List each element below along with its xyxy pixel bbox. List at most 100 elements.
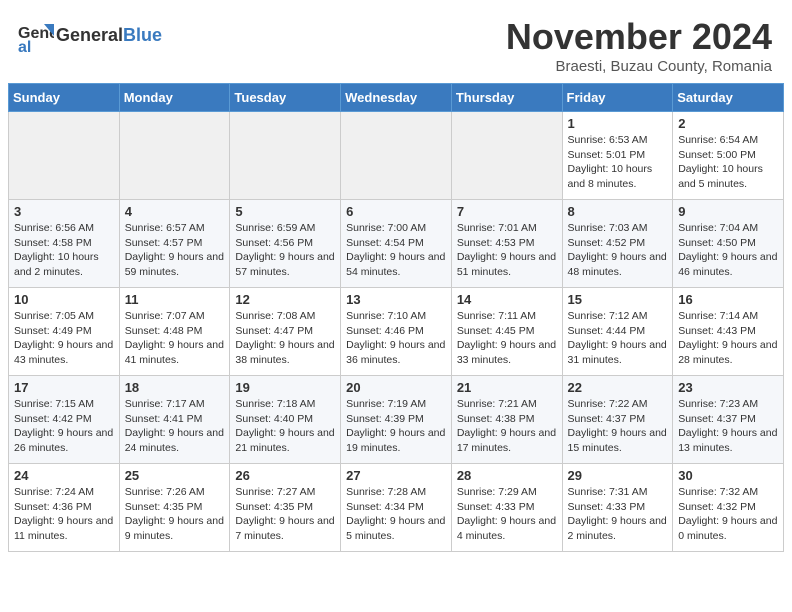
- day-number: 6: [346, 204, 446, 219]
- calendar-day-cell: 9Sunrise: 7:04 AM Sunset: 4:50 PM Daylig…: [673, 200, 784, 288]
- calendar-container: Sunday Monday Tuesday Wednesday Thursday…: [0, 83, 792, 560]
- calendar-day-cell: 16 Sunrise: 7:14 AM Sunset: 4:43 PM Dayli…: [673, 288, 784, 376]
- day-number: 10: [14, 292, 114, 307]
- day-info: Sunrise: 7:31 AM Sunset: 4:33 PM Dayligh…: [568, 485, 668, 544]
- calendar-day-cell: 3Sunrise: 6:56 AM Sunset: 4:58 PM Daylig…: [9, 200, 120, 288]
- day-info: Sunrise: 7:07 AM Sunset: 4:48 PM Dayligh…: [125, 309, 225, 368]
- day-info: Sunrise: 7:17 AM Sunset: 4:41 PM Dayligh…: [125, 397, 225, 456]
- day-info: Sunrise: 7:26 AM Sunset: 4:35 PM Dayligh…: [125, 485, 225, 544]
- day-info: Sunrise: 6:53 AM Sunset: 5:01 PM Dayligh…: [568, 133, 668, 192]
- day-info: Sunrise: 7:14 AM Sunset: 4:43 PM Dayligh…: [678, 309, 778, 368]
- day-info: Sunrise: 6:59 AM Sunset: 4:56 PM Dayligh…: [235, 221, 335, 280]
- day-number: 30: [678, 468, 778, 483]
- calendar-day-cell: 21 Sunrise: 7:21 AM Sunset: 4:38 PM Dayli…: [451, 376, 562, 464]
- calendar-day-cell: 5 Sunrise: 6:59 AM Sunset: 4:56 PM Daylig…: [230, 200, 341, 288]
- day-number: 5: [235, 204, 335, 219]
- th-wednesday: Wednesday: [341, 84, 452, 112]
- day-number: 23: [678, 380, 778, 395]
- svg-text:al: al: [18, 39, 31, 54]
- calendar-day-cell: 20Sunrise: 7:19 AM Sunset: 4:39 PM Dayli…: [341, 376, 452, 464]
- day-info: Sunrise: 7:19 AM Sunset: 4:39 PM Dayligh…: [346, 397, 446, 456]
- logo-general: General: [56, 25, 123, 45]
- day-info: Sunrise: 7:29 AM Sunset: 4:33 PM Dayligh…: [457, 485, 557, 544]
- month-title: November 2024: [506, 16, 772, 58]
- day-number: 29: [568, 468, 668, 483]
- calendar-day-cell: 14 Sunrise: 7:11 AM Sunset: 4:45 PM Dayli…: [451, 288, 562, 376]
- day-number: 14: [457, 292, 557, 307]
- calendar-day-cell: 23 Sunrise: 7:23 AM Sunset: 4:37 PM Dayli…: [673, 376, 784, 464]
- calendar-week-row: 10 Sunrise: 7:05 AM Sunset: 4:49 PM Dayli…: [9, 288, 784, 376]
- calendar-day-cell: 1Sunrise: 6:53 AM Sunset: 5:01 PM Daylig…: [562, 112, 673, 200]
- day-number: 15: [568, 292, 668, 307]
- calendar-day-cell: 12 Sunrise: 7:08 AM Sunset: 4:47 PM Dayli…: [230, 288, 341, 376]
- day-info: Sunrise: 6:57 AM Sunset: 4:57 PM Dayligh…: [125, 221, 225, 280]
- day-number: 11: [125, 292, 225, 307]
- logo: Gener al GeneralBlue: [16, 16, 162, 54]
- day-info: Sunrise: 7:01 AM Sunset: 4:53 PM Dayligh…: [457, 221, 557, 280]
- day-number: 21: [457, 380, 557, 395]
- day-number: 9: [678, 204, 778, 219]
- calendar-day-cell: 29 Sunrise: 7:31 AM Sunset: 4:33 PM Dayli…: [562, 464, 673, 552]
- calendar-day-cell: [9, 112, 120, 200]
- calendar-day-cell: 25 Sunrise: 7:26 AM Sunset: 4:35 PM Dayli…: [119, 464, 230, 552]
- day-info: Sunrise: 7:00 AM Sunset: 4:54 PM Dayligh…: [346, 221, 446, 280]
- calendar-day-cell: 4 Sunrise: 6:57 AM Sunset: 4:57 PM Daylig…: [119, 200, 230, 288]
- day-number: 18: [125, 380, 225, 395]
- day-info: Sunrise: 7:08 AM Sunset: 4:47 PM Dayligh…: [235, 309, 335, 368]
- calendar-day-cell: 6 Sunrise: 7:00 AM Sunset: 4:54 PM Daylig…: [341, 200, 452, 288]
- logo-blue: Blue: [123, 25, 162, 45]
- day-info: Sunrise: 7:12 AM Sunset: 4:44 PM Dayligh…: [568, 309, 668, 368]
- calendar-day-cell: 10 Sunrise: 7:05 AM Sunset: 4:49 PM Dayli…: [9, 288, 120, 376]
- calendar-day-cell: 15 Sunrise: 7:12 AM Sunset: 4:44 PM Dayli…: [562, 288, 673, 376]
- day-number: 24: [14, 468, 114, 483]
- th-saturday: Saturday: [673, 84, 784, 112]
- day-info: Sunrise: 7:27 AM Sunset: 4:35 PM Dayligh…: [235, 485, 335, 544]
- day-info: Sunrise: 7:11 AM Sunset: 4:45 PM Dayligh…: [457, 309, 557, 368]
- day-number: 13: [346, 292, 446, 307]
- th-tuesday: Tuesday: [230, 84, 341, 112]
- calendar-day-cell: 18 Sunrise: 7:17 AM Sunset: 4:41 PM Dayli…: [119, 376, 230, 464]
- calendar-week-row: 24 Sunrise: 7:24 AM Sunset: 4:36 PM Dayli…: [9, 464, 784, 552]
- th-friday: Friday: [562, 84, 673, 112]
- logo-icon: Gener al: [16, 16, 54, 54]
- day-info: Sunrise: 7:28 AM Sunset: 4:34 PM Dayligh…: [346, 485, 446, 544]
- day-number: 22: [568, 380, 668, 395]
- day-number: 16: [678, 292, 778, 307]
- day-info: Sunrise: 7:23 AM Sunset: 4:37 PM Dayligh…: [678, 397, 778, 456]
- calendar-day-cell: 24 Sunrise: 7:24 AM Sunset: 4:36 PM Dayli…: [9, 464, 120, 552]
- calendar-day-cell: [230, 112, 341, 200]
- day-number: 12: [235, 292, 335, 307]
- day-number: 25: [125, 468, 225, 483]
- day-number: 8: [568, 204, 668, 219]
- calendar-header-row: Sunday Monday Tuesday Wednesday Thursday…: [9, 84, 784, 112]
- day-info: Sunrise: 7:15 AM Sunset: 4:42 PM Dayligh…: [14, 397, 114, 456]
- calendar-day-cell: 7 Sunrise: 7:01 AM Sunset: 4:53 PM Daylig…: [451, 200, 562, 288]
- th-thursday: Thursday: [451, 84, 562, 112]
- calendar-day-cell: 30 Sunrise: 7:32 AM Sunset: 4:32 PM Dayli…: [673, 464, 784, 552]
- calendar-day-cell: 11 Sunrise: 7:07 AM Sunset: 4:48 PM Dayli…: [119, 288, 230, 376]
- calendar-day-cell: 2Sunrise: 6:54 AM Sunset: 5:00 PM Daylig…: [673, 112, 784, 200]
- calendar-day-cell: 8 Sunrise: 7:03 AM Sunset: 4:52 PM Daylig…: [562, 200, 673, 288]
- location: Braesti, Buzau County, Romania: [506, 58, 772, 75]
- calendar-day-cell: 13 Sunrise: 7:10 AM Sunset: 4:46 PM Dayli…: [341, 288, 452, 376]
- day-info: Sunrise: 7:03 AM Sunset: 4:52 PM Dayligh…: [568, 221, 668, 280]
- day-number: 19: [235, 380, 335, 395]
- day-info: Sunrise: 7:05 AM Sunset: 4:49 PM Dayligh…: [14, 309, 114, 368]
- day-number: 3: [14, 204, 114, 219]
- th-monday: Monday: [119, 84, 230, 112]
- day-info: Sunrise: 7:24 AM Sunset: 4:36 PM Dayligh…: [14, 485, 114, 544]
- day-number: 27: [346, 468, 446, 483]
- title-block: November 2024 Braesti, Buzau County, Rom…: [506, 16, 772, 75]
- calendar-day-cell: 27 Sunrise: 7:28 AM Sunset: 4:34 PM Dayli…: [341, 464, 452, 552]
- day-info: Sunrise: 7:32 AM Sunset: 4:32 PM Dayligh…: [678, 485, 778, 544]
- day-info: Sunrise: 7:18 AM Sunset: 4:40 PM Dayligh…: [235, 397, 335, 456]
- calendar-day-cell: [341, 112, 452, 200]
- page-header: Gener al GeneralBlue November 2024 Braes…: [0, 0, 792, 83]
- day-info: Sunrise: 7:10 AM Sunset: 4:46 PM Dayligh…: [346, 309, 446, 368]
- calendar-day-cell: 26Sunrise: 7:27 AM Sunset: 4:35 PM Dayli…: [230, 464, 341, 552]
- day-info: Sunrise: 7:21 AM Sunset: 4:38 PM Dayligh…: [457, 397, 557, 456]
- day-number: 2: [678, 116, 778, 131]
- day-number: 4: [125, 204, 225, 219]
- th-sunday: Sunday: [9, 84, 120, 112]
- day-number: 7: [457, 204, 557, 219]
